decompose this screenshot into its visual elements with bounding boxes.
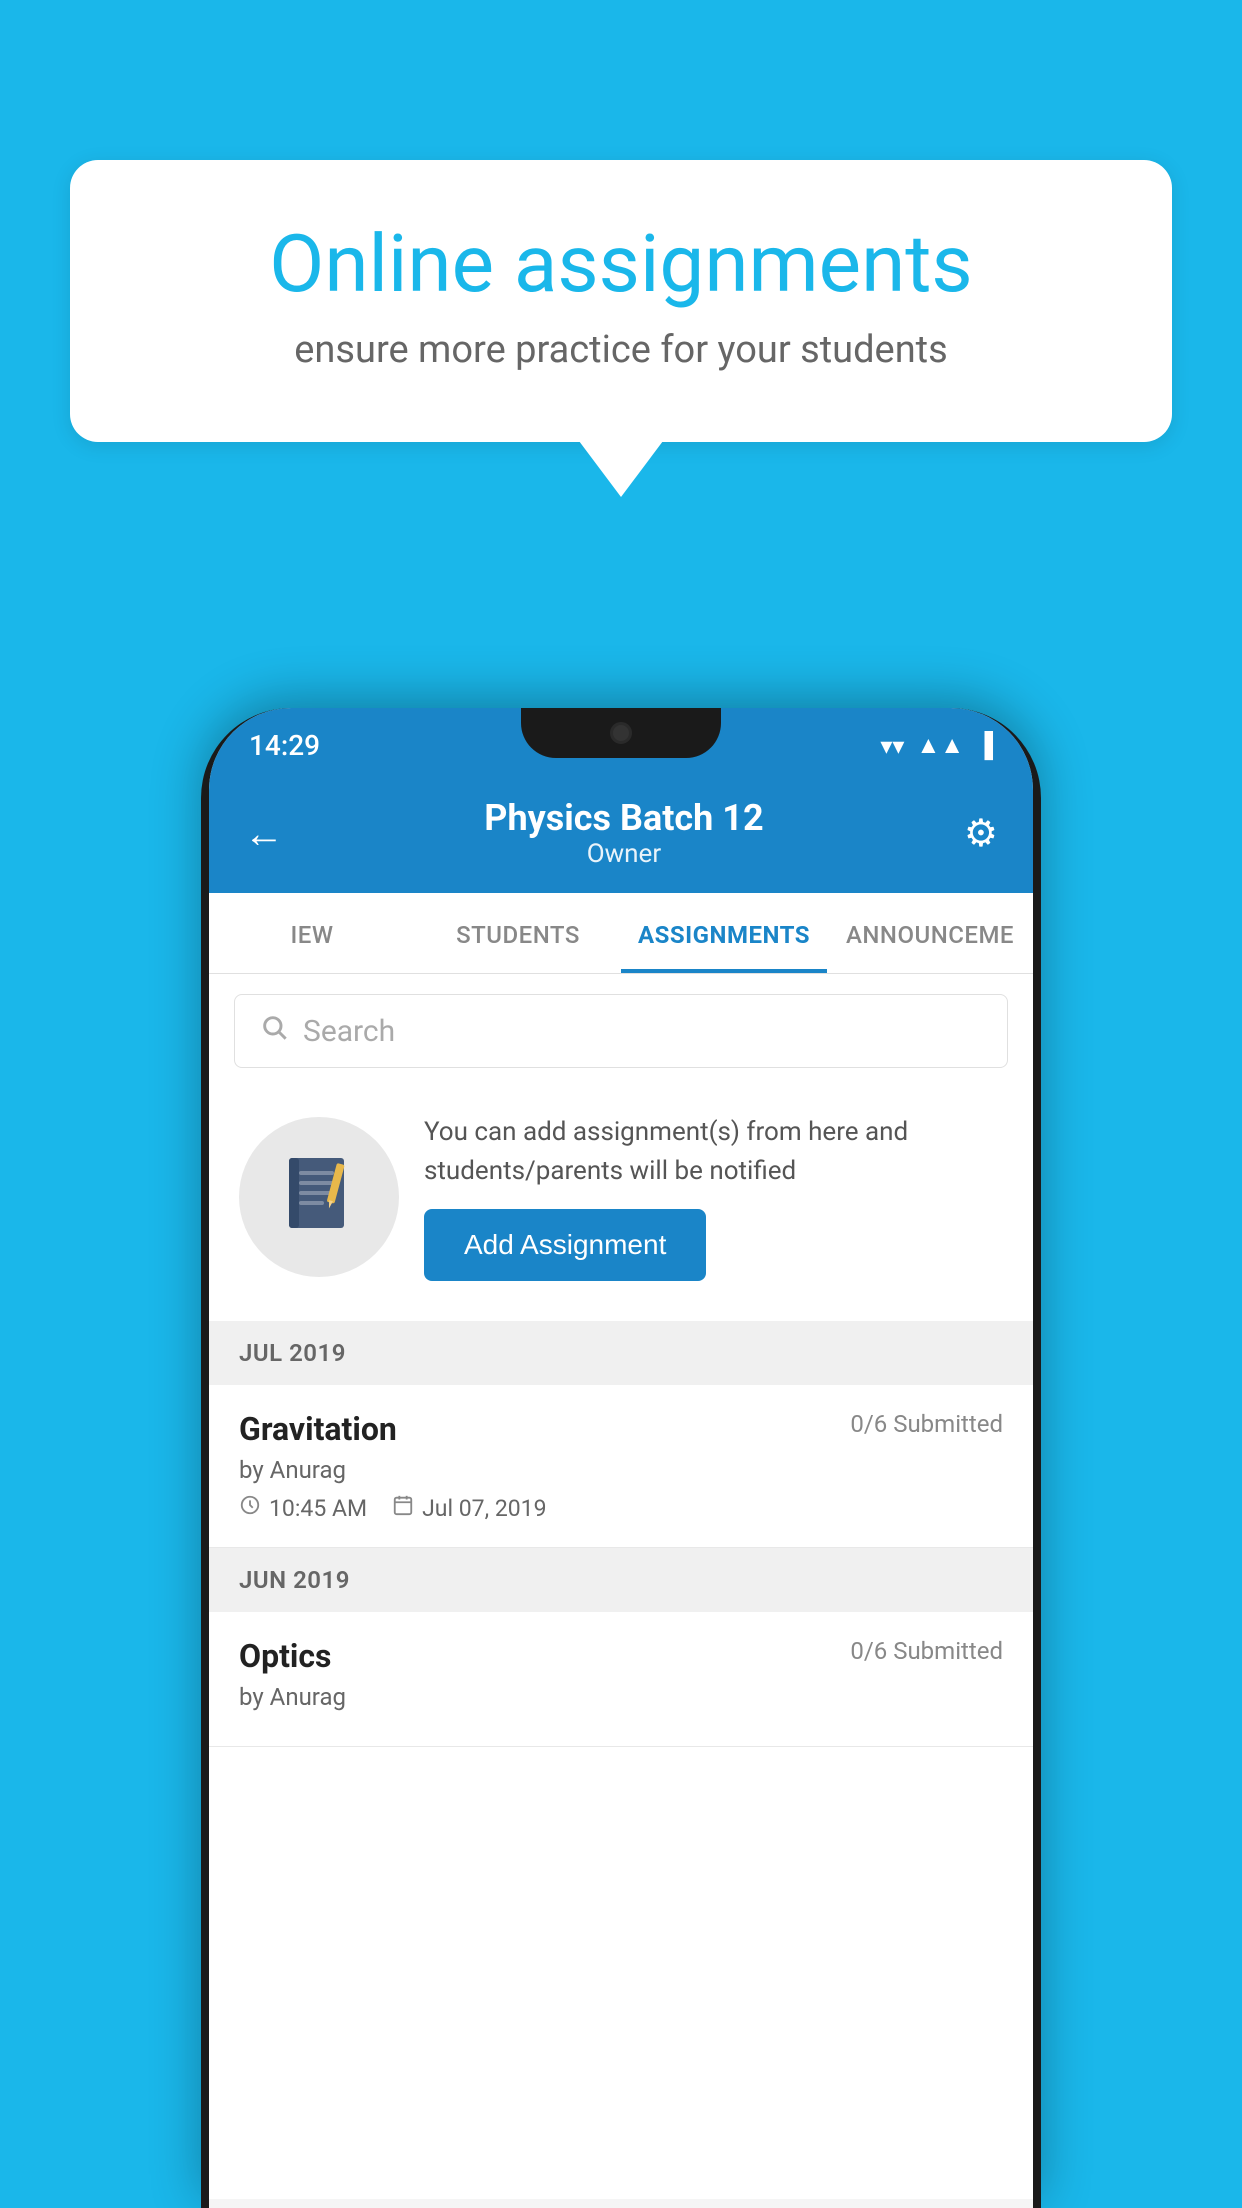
phone-notch bbox=[521, 708, 721, 758]
assignment-name: Gravitation bbox=[239, 1410, 397, 1448]
tab-students[interactable]: STUDENTS bbox=[415, 893, 621, 973]
add-assignment-button[interactable]: Add Assignment bbox=[424, 1209, 706, 1281]
speech-bubble-wrapper: Online assignments ensure more practice … bbox=[70, 160, 1172, 442]
bubble-title: Online assignments bbox=[140, 220, 1102, 308]
assignment-author: by Anurag bbox=[239, 1456, 1003, 1484]
assignment-author-optics: by Anurag bbox=[239, 1683, 1003, 1711]
speech-bubble: Online assignments ensure more practice … bbox=[70, 160, 1172, 442]
meta-time: 10:45 AM bbox=[239, 1494, 367, 1522]
settings-icon[interactable]: ⚙ bbox=[964, 811, 998, 856]
assignment-top-row-optics: Optics 0/6 Submitted bbox=[239, 1637, 1003, 1675]
assignment-submitted: 0/6 Submitted bbox=[850, 1410, 1003, 1438]
wifi-icon: ▾▾ bbox=[880, 732, 904, 760]
notebook-icon bbox=[279, 1153, 359, 1241]
promo-card: You can add assignment(s) from here and … bbox=[234, 1098, 1008, 1296]
batch-title: Physics Batch 12 bbox=[484, 797, 763, 839]
phone-frame: 14:29 ▾▾ ▲▲ ▐ ← Physics Batch 12 Owner ⚙… bbox=[201, 708, 1041, 2208]
assignment-name-optics: Optics bbox=[239, 1637, 331, 1675]
meta-date: Jul 07, 2019 bbox=[392, 1494, 546, 1522]
section-header-jul: JUL 2019 bbox=[209, 1321, 1033, 1385]
battery-icon: ▐ bbox=[976, 731, 993, 760]
screen-content: Search bbox=[209, 974, 1033, 2199]
clock-icon bbox=[239, 1494, 261, 1522]
assignment-meta: 10:45 AM Jul 07, 2019 bbox=[239, 1494, 1003, 1522]
status-icons: ▾▾ ▲▲ ▐ bbox=[880, 731, 993, 760]
search-placeholder: Search bbox=[303, 1014, 395, 1049]
header-center: Physics Batch 12 Owner bbox=[484, 797, 763, 869]
search-icon bbox=[260, 1013, 288, 1049]
promo-icon-circle bbox=[239, 1117, 399, 1277]
app-header: ← Physics Batch 12 Owner ⚙ bbox=[209, 773, 1033, 893]
assignment-item-gravitation[interactable]: Gravitation 0/6 Submitted by Anurag 10:4… bbox=[209, 1385, 1033, 1548]
section-header-jun: JUN 2019 bbox=[209, 1548, 1033, 1612]
promo-text: You can add assignment(s) from here and … bbox=[424, 1113, 1003, 1281]
time-value: 10:45 AM bbox=[269, 1495, 367, 1522]
status-time: 14:29 bbox=[249, 729, 320, 762]
signal-icon: ▲▲ bbox=[916, 731, 964, 760]
phone-camera bbox=[610, 722, 632, 744]
batch-subtitle: Owner bbox=[484, 839, 763, 869]
bubble-subtitle: ensure more practice for your students bbox=[140, 328, 1102, 372]
tab-iew[interactable]: IEW bbox=[209, 893, 415, 973]
tab-announcements[interactable]: ANNOUNCEME bbox=[827, 893, 1033, 973]
date-value: Jul 07, 2019 bbox=[422, 1495, 546, 1522]
search-bar[interactable]: Search bbox=[234, 994, 1008, 1068]
back-button[interactable]: ← bbox=[244, 810, 284, 857]
phone-screen: 14:29 ▾▾ ▲▲ ▐ ← Physics Batch 12 Owner ⚙… bbox=[209, 708, 1033, 2208]
calendar-icon bbox=[392, 1494, 414, 1522]
assignment-item-optics[interactable]: Optics 0/6 Submitted by Anurag bbox=[209, 1612, 1033, 1747]
assignment-top-row: Gravitation 0/6 Submitted bbox=[239, 1410, 1003, 1448]
search-container: Search bbox=[209, 974, 1033, 1088]
tabs-bar: IEW STUDENTS ASSIGNMENTS ANNOUNCEME bbox=[209, 893, 1033, 974]
tab-assignments[interactable]: ASSIGNMENTS bbox=[621, 893, 827, 973]
promo-description: You can add assignment(s) from here and … bbox=[424, 1113, 1003, 1191]
assignment-submitted-optics: 0/6 Submitted bbox=[850, 1637, 1003, 1665]
